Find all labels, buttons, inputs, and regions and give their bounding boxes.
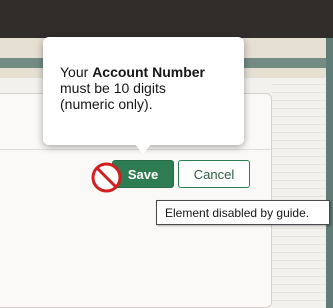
background-texture (272, 78, 326, 308)
no-entry-icon (91, 162, 122, 193)
tooltip-arrow (134, 143, 152, 154)
right-edge-accent (326, 38, 333, 308)
app-header-bar (0, 0, 333, 38)
cancel-button[interactable]: Cancel (178, 160, 250, 188)
tooltip-message: Your Account Number must be 10 digits (n… (60, 64, 234, 112)
tooltip-line-3: (numeric only). (60, 96, 153, 112)
validation-tooltip: Your Account Number must be 10 digits (n… (43, 37, 244, 154)
tooltip-prefix: Your (60, 64, 93, 80)
tooltip-field-name: Account Number (92, 64, 205, 80)
tooltip-line-2: must be 10 digits (60, 80, 166, 96)
disabled-tooltip: Element disabled by guide. (156, 200, 330, 225)
